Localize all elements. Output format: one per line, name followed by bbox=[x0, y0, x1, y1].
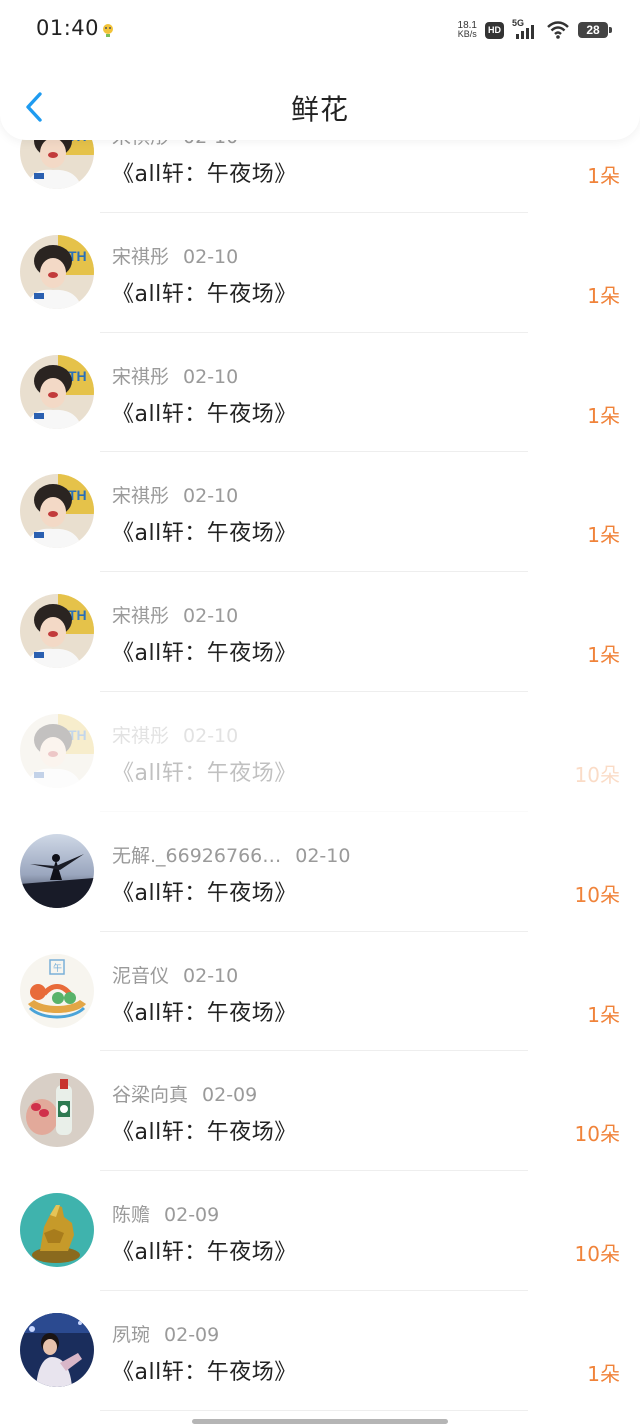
row-meta: 宋祺彤 02-10 bbox=[112, 481, 238, 508]
row-date: 02-10 bbox=[183, 964, 239, 987]
row-divider bbox=[100, 1409, 528, 1411]
user-avatar[interactable] bbox=[20, 1073, 94, 1148]
user-name: 宋祺彤 bbox=[112, 485, 170, 508]
book-title: 《all轩：午夜场》 bbox=[112, 1359, 297, 1385]
row-meta: 宋祺彤 02-10 bbox=[112, 601, 238, 628]
flower-count: 1朵 bbox=[587, 283, 620, 308]
book-title: 《all轩：午夜场》 bbox=[112, 1240, 297, 1266]
network-speed-unit: KB/s bbox=[457, 29, 477, 39]
row-date: 02-10 bbox=[295, 844, 351, 867]
svg-text:午: 午 bbox=[53, 962, 62, 974]
list-item[interactable]: 午 泥音仪 02-10 《all轩：午夜场》 1朵 bbox=[0, 932, 640, 1052]
user-avatar[interactable]: 午 bbox=[20, 953, 94, 1028]
flower-count: 1朵 bbox=[587, 523, 620, 548]
row-date: 02-10 bbox=[183, 724, 239, 747]
row-date: 02-10 bbox=[183, 245, 239, 268]
row-meta: 陈赡 02-09 bbox=[112, 1200, 219, 1227]
user-avatar[interactable] bbox=[20, 833, 94, 908]
row-meta: 宋祺彤 02-10 bbox=[112, 242, 238, 269]
row-date: 02-10 bbox=[183, 365, 239, 388]
status-icons: 18.1 KB/s HD 5G 28 bbox=[458, 18, 612, 42]
row-meta: 夙琬 02-09 bbox=[112, 1320, 219, 1347]
flower-count: 1朵 bbox=[587, 164, 620, 188]
list-item[interactable]: TH 宋祺彤 02-10 《all轩：午夜场》 1朵 bbox=[0, 572, 640, 692]
book-title: 《all轩：午夜场》 bbox=[112, 281, 297, 307]
network-speed: 18.1 KB/s bbox=[458, 21, 477, 39]
flower-count: 1朵 bbox=[587, 403, 620, 428]
row-date: 02-09 bbox=[202, 1084, 258, 1107]
gift-list: TH 宋祺彤 02-10 《all轩：午夜场》 1朵 TH bbox=[0, 93, 640, 1411]
user-name: 谷梁向真 bbox=[112, 1084, 189, 1107]
row-date: 02-10 bbox=[183, 485, 239, 508]
list-item[interactable]: 谷梁向真 02-09 《all轩：午夜场》 10朵 bbox=[0, 1051, 640, 1172]
flower-count: 10朵 bbox=[574, 882, 620, 907]
user-name: 宋祺彤 bbox=[112, 365, 170, 388]
book-title: 《all轩：午夜场》 bbox=[112, 401, 297, 427]
row-date: 02-09 bbox=[164, 1323, 220, 1346]
battery-icon: 28 bbox=[578, 22, 612, 38]
book-title: 《all轩：午夜场》 bbox=[112, 1120, 297, 1146]
flower-count: 10朵 bbox=[574, 1122, 620, 1147]
hd-icon: HD bbox=[485, 21, 504, 39]
user-avatar[interactable] bbox=[20, 1193, 94, 1268]
user-name: 陈赡 bbox=[112, 1204, 151, 1227]
book-title: 《all轩：午夜场》 bbox=[112, 760, 297, 786]
signal-icon: 5G bbox=[512, 18, 538, 40]
user-avatar[interactable] bbox=[20, 1312, 94, 1387]
list-item[interactable]: 无解._66926766… 02-10 《all轩：午夜场》 10朵 bbox=[0, 812, 640, 932]
book-title: 《all轩：午夜场》 bbox=[112, 641, 297, 667]
flower-count: 1朵 bbox=[587, 1002, 620, 1027]
flower-count: 1朵 bbox=[587, 643, 620, 668]
flower-count: 1朵 bbox=[587, 1361, 620, 1386]
user-avatar[interactable]: TH bbox=[20, 234, 94, 309]
row-meta: 无解._66926766… 02-10 bbox=[112, 841, 350, 868]
user-name: 宋祺彤 bbox=[112, 605, 170, 628]
list-item[interactable]: TH 宋祺彤 02-10 《all轩：午夜场》 10朵 bbox=[0, 692, 640, 812]
user-name: 泥音仪 bbox=[112, 964, 170, 987]
book-title: 《all轩：午夜场》 bbox=[112, 880, 297, 906]
user-avatar[interactable]: TH bbox=[20, 713, 94, 788]
list-item[interactable]: TH 宋祺彤 02-10 《all轩：午夜场》 1朵 bbox=[0, 333, 640, 453]
row-meta: 宋祺彤 02-10 bbox=[112, 362, 238, 389]
page-title: 鲜花 bbox=[290, 93, 349, 126]
user-name: 夙琬 bbox=[112, 1323, 151, 1346]
user-avatar[interactable]: TH bbox=[20, 594, 94, 669]
user-name: 宋祺彤 bbox=[112, 245, 170, 268]
user-name: 宋祺彤 bbox=[112, 724, 170, 747]
row-meta: 谷梁向真 02-09 bbox=[112, 1080, 257, 1107]
book-title: 《all轩：午夜场》 bbox=[112, 1000, 297, 1026]
book-title: 《all轩：午夜场》 bbox=[112, 521, 297, 547]
row-date: 02-09 bbox=[164, 1204, 220, 1227]
flower-count: 10朵 bbox=[574, 762, 620, 787]
user-avatar[interactable]: TH bbox=[20, 474, 94, 549]
user-avatar[interactable]: TH bbox=[20, 354, 94, 429]
list-item[interactable]: 夙琬 02-09 《all轩：午夜场》 1朵 bbox=[0, 1291, 640, 1411]
row-meta: 泥音仪 02-10 bbox=[112, 961, 238, 988]
list-item[interactable]: TH 宋祺彤 02-10 《all轩：午夜场》 1朵 bbox=[0, 213, 640, 333]
status-time: 01:40 bbox=[36, 16, 100, 40]
home-indicator[interactable] bbox=[192, 1419, 448, 1424]
flower-count: 10朵 bbox=[574, 1242, 620, 1267]
book-title: 《all轩：午夜场》 bbox=[112, 162, 297, 187]
top-bar: 01:40 18.1 KB/s HD 5G 28 鲜花 bbox=[0, 0, 640, 140]
list-item[interactable]: 陈赡 02-09 《all轩：午夜场》 10朵 bbox=[0, 1171, 640, 1291]
wifi-icon bbox=[547, 21, 569, 39]
row-date: 02-10 bbox=[183, 605, 239, 628]
user-name: 无解._66926766… bbox=[112, 844, 282, 867]
row-meta: 宋祺彤 02-10 bbox=[112, 721, 238, 748]
notification-icon bbox=[103, 24, 113, 37]
list-item[interactable]: TH 宋祺彤 02-10 《all轩：午夜场》 1朵 bbox=[0, 452, 640, 573]
